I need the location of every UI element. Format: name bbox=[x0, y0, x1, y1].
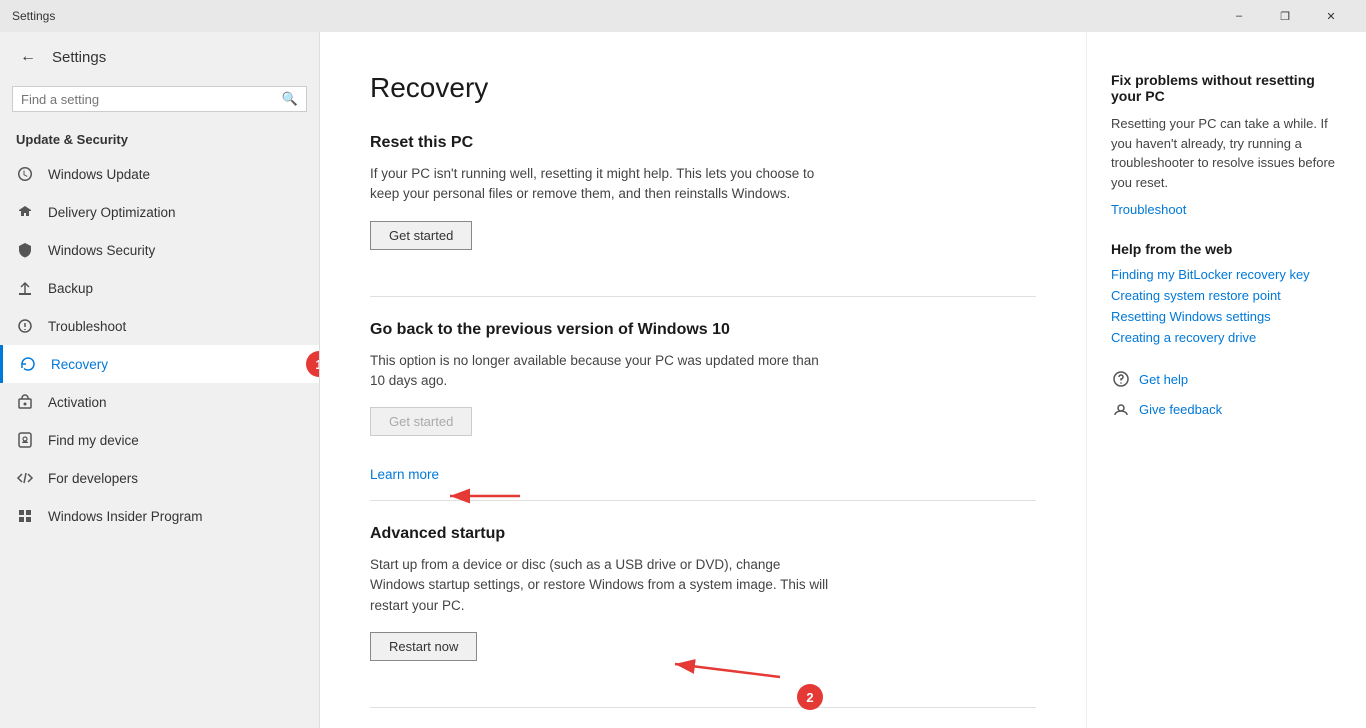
reset-pc-get-started-button[interactable]: Get started bbox=[370, 221, 472, 250]
recovery-icon bbox=[19, 355, 37, 373]
divider-1 bbox=[370, 296, 1036, 297]
give-feedback-link[interactable]: Give feedback bbox=[1139, 402, 1222, 417]
activation-icon bbox=[16, 393, 34, 411]
windows-insider-icon bbox=[16, 507, 34, 525]
section-advanced-startup: Advanced startup Start up from a device … bbox=[370, 525, 1036, 691]
section-go-back: Go back to the previous version of Windo… bbox=[370, 321, 1036, 485]
sidebar-item-windows-insider[interactable]: Windows Insider Program bbox=[0, 497, 319, 535]
feedback-row: Give feedback bbox=[1111, 399, 1342, 419]
search-icon[interactable]: 🔍 bbox=[282, 91, 298, 107]
restart-now-button[interactable]: Restart now bbox=[370, 632, 477, 661]
advanced-startup-title: Advanced startup bbox=[370, 525, 1036, 543]
help-link-3[interactable]: Creating a recovery drive bbox=[1111, 330, 1342, 345]
sidebar: ← Settings 🔍 Update & Security Windows U… bbox=[0, 32, 320, 728]
annotation-1: 1 bbox=[306, 351, 320, 377]
sidebar-item-label-recovery: Recovery bbox=[51, 357, 108, 372]
maximize-button[interactable]: ❐ bbox=[1262, 0, 1308, 32]
windows-update-icon bbox=[16, 165, 34, 183]
sidebar-app-title: Settings bbox=[52, 49, 106, 66]
help-link-2[interactable]: Resetting Windows settings bbox=[1111, 309, 1342, 324]
go-back-desc: This option is no longer available becau… bbox=[370, 351, 830, 392]
right-panel-fix-section: Fix problems without resetting your PC R… bbox=[1111, 72, 1342, 217]
search-input[interactable] bbox=[21, 92, 282, 107]
sidebar-item-delivery-optimization[interactable]: Delivery Optimization bbox=[0, 193, 319, 231]
sidebar-section-title: Update & Security bbox=[0, 124, 319, 155]
sidebar-item-windows-update[interactable]: Windows Update bbox=[0, 155, 319, 193]
sidebar-item-for-developers[interactable]: For developers bbox=[0, 459, 319, 497]
get-help-row: Get help bbox=[1111, 369, 1342, 389]
sidebar-header: ← Settings bbox=[0, 32, 319, 82]
search-box: 🔍 bbox=[12, 86, 307, 112]
section-reset-pc: Reset this PC If your PC isn't running w… bbox=[370, 134, 1036, 280]
titlebar-controls: – ❐ ✕ bbox=[1216, 0, 1354, 32]
sidebar-item-label-for-developers: For developers bbox=[48, 471, 138, 486]
page-title: Recovery bbox=[370, 72, 1036, 104]
windows-security-icon bbox=[16, 241, 34, 259]
find-device-icon bbox=[16, 431, 34, 449]
sidebar-item-label-find-device: Find my device bbox=[48, 433, 139, 448]
help-title: Help from the web bbox=[1111, 241, 1342, 257]
back-button[interactable]: ← bbox=[16, 44, 40, 70]
right-panel-help-section: Help from the web Finding my BitLocker r… bbox=[1111, 241, 1342, 345]
sidebar-item-backup[interactable]: Backup bbox=[0, 269, 319, 307]
fix-title: Fix problems without resetting your PC bbox=[1111, 72, 1342, 104]
close-button[interactable]: ✕ bbox=[1308, 0, 1354, 32]
get-help-icon bbox=[1111, 369, 1131, 389]
sidebar-item-label-activation: Activation bbox=[48, 395, 107, 410]
get-help-link[interactable]: Get help bbox=[1139, 372, 1188, 387]
sidebar-item-find-device[interactable]: Find my device bbox=[0, 421, 319, 459]
delivery-optimization-icon bbox=[16, 203, 34, 221]
content-wrapper: 2 Recovery Reset this PC If your PC isn'… bbox=[320, 32, 1366, 728]
titlebar-title: Settings bbox=[12, 9, 1216, 23]
backup-icon bbox=[16, 279, 34, 297]
go-back-title: Go back to the previous version of Windo… bbox=[370, 321, 1036, 339]
for-developers-icon bbox=[16, 469, 34, 487]
divider-2 bbox=[370, 500, 1036, 501]
sidebar-item-label-windows-update: Windows Update bbox=[48, 167, 150, 182]
fix-desc: Resetting your PC can take a while. If y… bbox=[1111, 114, 1342, 192]
feedback-icon bbox=[1111, 399, 1131, 419]
sidebar-item-windows-security[interactable]: Windows Security bbox=[0, 231, 319, 269]
minimize-button[interactable]: – bbox=[1216, 0, 1262, 32]
sidebar-item-label-backup: Backup bbox=[48, 281, 93, 296]
main-content: Recovery Reset this PC If your PC isn't … bbox=[320, 32, 1086, 728]
right-panel: Fix problems without resetting your PC R… bbox=[1086, 32, 1366, 728]
help-link-1[interactable]: Creating system restore point bbox=[1111, 288, 1342, 303]
right-panel-extra-section: Get help Give feedback bbox=[1111, 369, 1342, 419]
sidebar-item-label-troubleshoot: Troubleshoot bbox=[48, 319, 126, 334]
help-link-0[interactable]: Finding my BitLocker recovery key bbox=[1111, 267, 1342, 282]
go-back-get-started-button: Get started bbox=[370, 407, 472, 436]
sidebar-item-activation[interactable]: Activation bbox=[0, 383, 319, 421]
sidebar-item-label-windows-security: Windows Security bbox=[48, 243, 155, 258]
troubleshoot-icon bbox=[16, 317, 34, 335]
learn-more-link[interactable]: Learn more bbox=[370, 467, 439, 482]
reset-pc-title: Reset this PC bbox=[370, 134, 1036, 152]
titlebar: Settings – ❐ ✕ bbox=[0, 0, 1366, 32]
sidebar-item-recovery[interactable]: Recovery 1 bbox=[0, 345, 319, 383]
sidebar-item-label-windows-insider: Windows Insider Program bbox=[48, 509, 203, 524]
divider-3 bbox=[370, 707, 1036, 708]
reset-pc-desc: If your PC isn't running well, resetting… bbox=[370, 164, 830, 205]
app-container: ← Settings 🔍 Update & Security Windows U… bbox=[0, 32, 1366, 728]
fix-troubleshoot-link[interactable]: Troubleshoot bbox=[1111, 202, 1342, 217]
advanced-startup-desc: Start up from a device or disc (such as … bbox=[370, 555, 830, 616]
sidebar-item-label-delivery-optimization: Delivery Optimization bbox=[48, 205, 176, 220]
sidebar-item-troubleshoot[interactable]: Troubleshoot bbox=[0, 307, 319, 345]
